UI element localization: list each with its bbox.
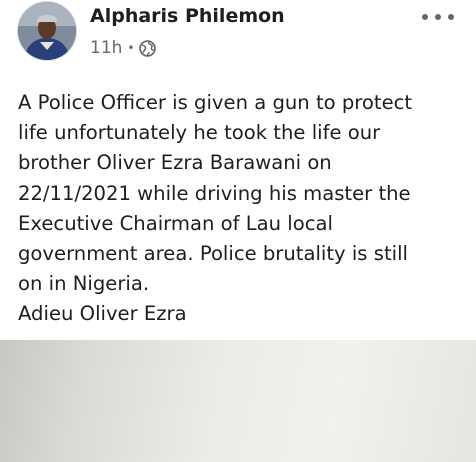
- post-text-line: life unfortunately he took the life our: [18, 121, 381, 145]
- avatar-photo: [18, 2, 76, 60]
- post-text-line: government area. Police brutality is sti…: [18, 242, 408, 266]
- globe-icon[interactable]: [139, 39, 157, 57]
- author-name[interactable]: Alpharis Philemon: [90, 5, 285, 27]
- post-body: A Police Officer is given a gun to prote…: [18, 88, 468, 330]
- post-header: Alpharis Philemon 11h •: [0, 0, 476, 80]
- post-meta: 11h •: [90, 37, 157, 59]
- post-timestamp[interactable]: 11h: [90, 38, 122, 58]
- post-text-line: on in Nigeria.: [18, 272, 150, 296]
- post-text-line: brother Oliver Ezra Barawani on: [18, 151, 332, 175]
- post-text-line: Executive Chairman of Lau local: [18, 211, 333, 235]
- dot: [422, 14, 428, 20]
- more-options-icon[interactable]: [422, 6, 454, 28]
- meta-separator: •: [127, 41, 135, 55]
- post-text-line: 22/11/2021 while driving his master the: [18, 181, 411, 205]
- post-photo[interactable]: [0, 340, 476, 462]
- author-avatar[interactable]: [18, 2, 76, 60]
- post-text-line: Adieu Oliver Ezra: [18, 302, 187, 326]
- dot: [448, 14, 454, 20]
- post-text-line: A Police Officer is given a gun to prote…: [18, 91, 413, 114]
- dot: [435, 14, 441, 20]
